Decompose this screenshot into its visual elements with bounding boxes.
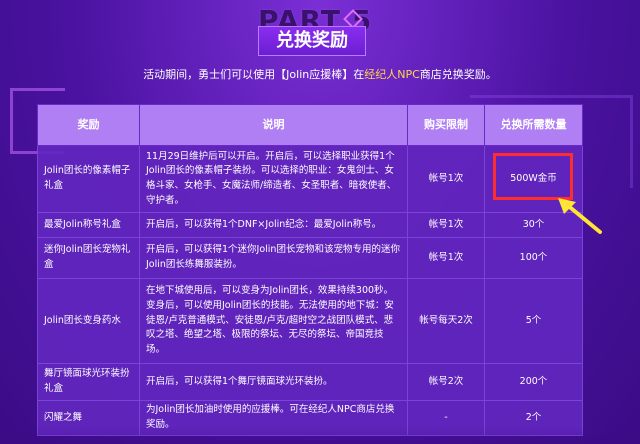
table-row: 最爱Jolin称号礼盒 开启后，可以获得1个DNF×Jolin纪念：最爱Joli… bbox=[37, 212, 583, 238]
section-header: PART 5 兑换奖励 bbox=[0, 0, 640, 60]
table-row: 舞厅镜面球光环装扮礼盒 开启后，可以获得1个舞厅镜面球光环装扮。 帐号2次 20… bbox=[37, 363, 583, 401]
intro-highlight: 经纪人NPC bbox=[364, 68, 420, 81]
exchange-cost: 5个 bbox=[484, 278, 583, 364]
header-cost: 兑换所需数量 bbox=[484, 104, 583, 146]
reward-description: 开启后，可以获得1个舞厅镜面球光环装扮。 bbox=[139, 363, 408, 401]
exchange-cost: 100个 bbox=[484, 237, 583, 279]
table-header-row: 奖励 说明 购买限制 兑换所需数量 bbox=[37, 104, 583, 146]
reward-name: 最爱Jolin称号礼盒 bbox=[37, 212, 140, 238]
reward-name: 舞厅镜面球光环装扮礼盒 bbox=[37, 363, 140, 401]
reward-name: Jolin团长变身药水 bbox=[37, 278, 140, 364]
reward-name: 迷你Jolin团长宠物礼盒 bbox=[37, 237, 140, 279]
header-limit: 购买限制 bbox=[407, 104, 485, 146]
purchase-limit: 帐号1次 bbox=[407, 145, 485, 213]
pointer-arrow-icon bbox=[558, 198, 602, 234]
exchange-cost: 200个 bbox=[484, 363, 583, 401]
title-banner: 兑换奖励 bbox=[258, 26, 366, 56]
page-title: 兑换奖励 bbox=[276, 30, 348, 51]
reward-description: 在地下城使用后，可以变身为Jolin团长，效果持续300秒。变身后，可以使用Jo… bbox=[139, 278, 408, 364]
intro-suffix: 商店兑换奖励。 bbox=[419, 68, 497, 81]
intro-text: 活动期间，勇士们可以使用【Jolin应援棒】在经纪人NPC商店兑换奖励。 bbox=[0, 66, 640, 82]
purchase-limit: 帐号1次 bbox=[407, 237, 485, 279]
intro-prefix: 活动期间，勇士们可以使用【Jolin应援棒】在 bbox=[143, 68, 365, 81]
purchase-limit: 帐号1次 bbox=[407, 212, 485, 238]
reward-description: 开启后，可以获得1个迷你Jolin团长宠物和该宠物专用的迷你Jolin团长练舞服… bbox=[139, 237, 408, 279]
footer-gradient bbox=[0, 426, 640, 444]
purchase-limit: 帐号每天2次 bbox=[407, 278, 485, 364]
header-reward: 奖励 bbox=[37, 104, 140, 146]
reward-description: 开启后，可以获得1个DNF×Jolin纪念：最爱Jolin称号。 bbox=[139, 212, 408, 238]
purchase-limit: 帐号2次 bbox=[407, 363, 485, 401]
cost-highlight-box bbox=[493, 153, 573, 200]
table-row: Jolin团长变身药水 在地下城使用后，可以变身为Jolin团长，效果持续300… bbox=[37, 278, 583, 364]
header-description: 说明 bbox=[139, 104, 408, 146]
reward-description: 11月29日维护后可以开启。开启后，可以选择职业获得1个Jolin团长的像素帽子… bbox=[139, 145, 408, 213]
table-row: 迷你Jolin团长宠物礼盒 开启后，可以获得1个迷你Jolin团长宠物和该宠物专… bbox=[37, 237, 583, 279]
reward-name: Jolin团长的像素帽子礼盒 bbox=[37, 145, 140, 213]
